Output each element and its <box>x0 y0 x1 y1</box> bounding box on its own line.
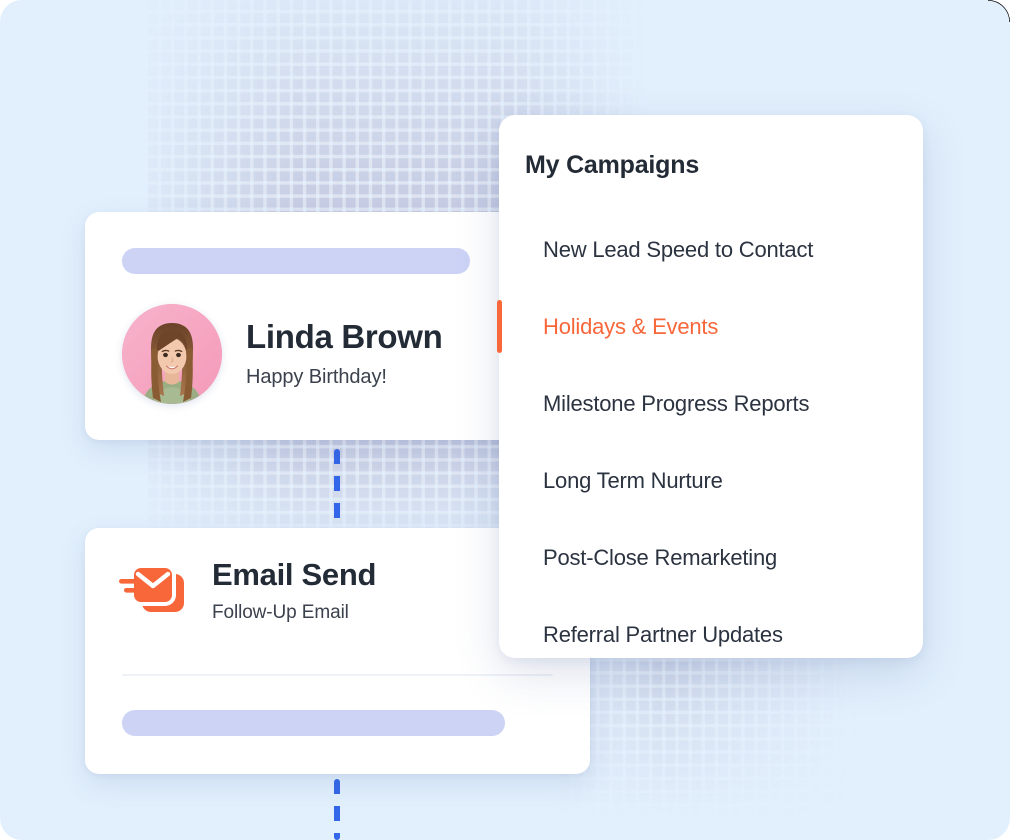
workflow-connector-bottom <box>334 779 340 840</box>
menu-item-label: Referral Partner Updates <box>543 621 783 647</box>
email-send-icon <box>118 560 190 622</box>
menu-item-label: New Lead Speed to Contact <box>543 236 814 262</box>
menu-item-label: Holidays & Events <box>543 313 719 339</box>
menu-item-post-close-remarketing[interactable]: Post-Close Remarketing <box>499 519 923 596</box>
contact-row: Linda Brown Happy Birthday! <box>122 304 443 404</box>
placeholder-bar <box>122 710 505 736</box>
corner-mark-bottom-left <box>0 828 12 840</box>
contact-text: Linda Brown Happy Birthday! <box>246 319 443 388</box>
email-row: Email Send Follow-Up Email <box>118 557 377 624</box>
popup-title: My Campaigns <box>525 151 700 179</box>
placeholder-bar <box>122 248 470 274</box>
menu-item-label: Post-Close Remarketing <box>543 544 778 570</box>
contact-name: Linda Brown <box>246 318 443 356</box>
card-divider <box>122 674 553 676</box>
menu-item-holidays-and-events[interactable]: Holidays & Events <box>497 288 923 365</box>
menu-item-referral-partner-updates[interactable]: Referral Partner Updates <box>499 596 923 673</box>
email-subtitle: Follow-Up Email <box>212 602 349 624</box>
menu-item-milestone-progress-reports[interactable]: Milestone Progress Reports <box>499 365 923 442</box>
corner-mark-top-right <box>988 0 1010 22</box>
active-indicator <box>497 300 502 353</box>
email-text: Email Send Follow-Up Email <box>212 557 377 624</box>
workflow-connector-top <box>334 449 340 530</box>
campaign-menu: New Lead Speed to Contact Holidays & Eve… <box>497 211 923 673</box>
contact-subtitle: Happy Birthday! <box>246 365 387 388</box>
menu-item-label: Long Term Nurture <box>543 467 723 493</box>
email-title: Email Send <box>212 557 377 592</box>
campaigns-dropdown: My Campaigns New Lead Speed to Contact H… <box>497 115 923 658</box>
menu-item-new-lead-speed-to-contact[interactable]: New Lead Speed to Contact <box>499 211 923 288</box>
app-canvas: Linda Brown Happy Birthday! Email Send F… <box>0 0 1010 840</box>
menu-item-long-term-nurture[interactable]: Long Term Nurture <box>499 442 923 519</box>
menu-item-label: Milestone Progress Reports <box>543 390 810 416</box>
avatar <box>122 304 222 404</box>
